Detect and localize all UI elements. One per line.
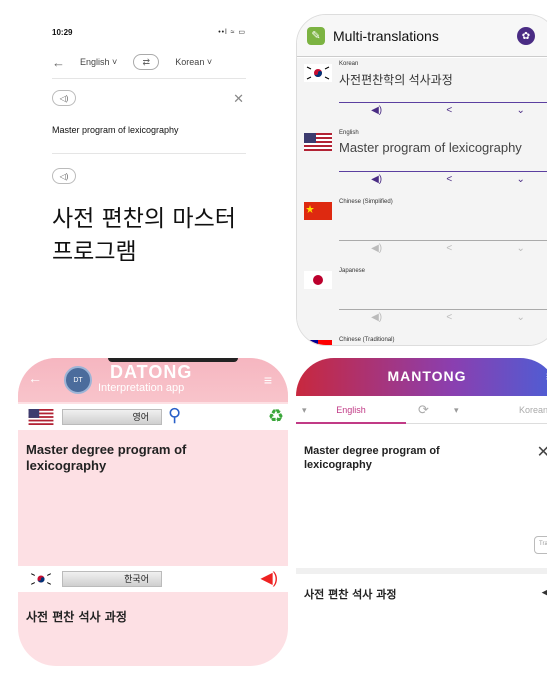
translation-result: 사전 편찬의 마스터 프로그램	[52, 206, 236, 265]
source-text[interactable]: Master degree program of lexicography	[26, 442, 266, 474]
app-logo-icon: ✎	[307, 26, 325, 45]
tab-target-language[interactable]: Korean	[519, 405, 547, 415]
language-label: English	[339, 130, 359, 136]
translation-list: Korean 사전편찬학의 석사과정 ◀) < ⌄ English Master…	[297, 58, 547, 345]
chevron-down-icon[interactable]: ⌄	[516, 312, 524, 326]
source-language-selector[interactable]: English ˅	[80, 57, 117, 67]
china-flag-icon	[304, 202, 332, 220]
list-item: Japanese ◀) < ⌄	[297, 265, 547, 334]
translation-result: 사전 편찬 석사 과정	[26, 610, 127, 624]
language-bar: ← English ˅ ⇄ Korean ˅	[52, 50, 246, 74]
language-label: Japanese	[339, 268, 366, 274]
chevron-down-icon[interactable]: ⌄	[516, 174, 524, 188]
translate-button[interactable]: Transla	[534, 536, 547, 554]
entry-toolbar: ◀) < ⌄	[339, 243, 547, 257]
source-language-row: 영어 ⚲ ♻	[18, 404, 288, 430]
divider	[339, 309, 547, 310]
source-language-selector[interactable]: 영어	[62, 409, 162, 425]
share-icon[interactable]: <	[446, 105, 452, 119]
ios-translate-screen: 10:29 ••l ≈ ▭ ← English ˅ ⇄ Korean ˅ ◁) …	[38, 18, 260, 318]
source-language-label: English	[80, 57, 110, 67]
speaker-icon[interactable]: ◀)	[371, 312, 382, 326]
korea-flag-icon	[28, 571, 54, 587]
speaker-icon[interactable]: ◀)	[371, 243, 382, 257]
target-language-selector[interactable]: Korean ˅	[175, 57, 212, 67]
translation-text: Master program of lexicography	[339, 140, 522, 155]
speaker-icon[interactable]: ◀)	[371, 174, 382, 188]
target-language-row: 한국어 ◀)	[18, 566, 288, 592]
source-text[interactable]: Master degree program of lexicography	[304, 444, 504, 472]
tab-source-language[interactable]: English	[296, 405, 406, 415]
swap-languages-icon[interactable]: ⇄	[133, 54, 160, 70]
list-item: English Master program of lexicography ◀…	[297, 127, 547, 196]
speaker-icon[interactable]: ◀)	[542, 584, 547, 600]
speaker-icon[interactable]: ◀)	[371, 105, 382, 119]
divider	[339, 102, 547, 103]
divider	[52, 153, 246, 154]
speaker-icon[interactable]: ◀)	[260, 568, 278, 588]
mantong-screen: MANTONG ≡ ▾ English ⟳ ▾ Korean Master de…	[296, 358, 547, 678]
back-arrow-icon[interactable]: ←	[28, 370, 42, 386]
multi-translations-screen: ✎ Multi-translations ✿ + Korean 사전편찬학의 석…	[296, 14, 547, 346]
app-header: MANTONG ≡	[296, 358, 547, 396]
korea-flag-icon	[304, 64, 332, 82]
share-icon[interactable]: <	[446, 174, 452, 188]
divider	[52, 78, 246, 79]
entry-toolbar: ◀) < ⌄	[339, 105, 547, 119]
us-flag-icon	[304, 133, 332, 151]
list-item: Chinese (Simplified) ◀) < ⌄	[297, 196, 547, 265]
divider	[339, 171, 547, 172]
translation-text: 사전편찬학의 석사과정	[339, 73, 453, 87]
app-title: MANTONG	[387, 368, 467, 384]
translation-result: 사전 편찬 석사 과정	[304, 588, 397, 601]
swap-icon[interactable]: ⟳	[418, 402, 429, 418]
search-icon[interactable]: ⚲	[168, 405, 181, 426]
app-header: ← DT DATONG Interpretation app ≡	[18, 358, 288, 402]
language-label: Korean	[339, 61, 359, 67]
share-icon[interactable]: <	[446, 312, 452, 326]
taiwan-flag-icon	[304, 340, 332, 345]
language-label: Chinese (Traditional)	[339, 337, 395, 343]
speaker-icon[interactable]: ◁)	[52, 168, 76, 184]
list-item: Chinese (Traditional)	[297, 334, 547, 345]
divider	[296, 568, 547, 574]
us-flag-icon	[28, 409, 54, 425]
target-language-selector[interactable]: 한국어	[62, 571, 162, 587]
app-title: DATONG	[110, 362, 193, 382]
share-icon[interactable]: <	[446, 243, 452, 257]
app-logo: DT	[64, 366, 92, 394]
status-icons: ••l ≈ ▭	[218, 29, 246, 36]
app-title: Multi-translations	[333, 27, 439, 44]
back-arrow-icon[interactable]: ←	[52, 55, 76, 70]
language-tabs: ▾ English ⟳ ▾ Korean	[296, 396, 547, 424]
globe-icon[interactable]: ✿	[517, 27, 535, 45]
chevron-down-icon[interactable]: ⌄	[516, 243, 524, 257]
app-header: ✎ Multi-translations ✿ +	[297, 15, 547, 57]
swap-icon[interactable]: ♻	[268, 406, 284, 427]
japan-flag-icon	[304, 271, 332, 289]
menu-icon[interactable]: ≡	[264, 372, 272, 388]
language-label: Chinese (Simplified)	[339, 199, 393, 205]
divider	[339, 240, 547, 241]
speaker-icon[interactable]: ◁)	[52, 90, 76, 106]
chevron-down-icon[interactable]: ▾	[454, 405, 459, 416]
list-item: Korean 사전편찬학의 석사과정 ◀) < ⌄	[297, 58, 547, 127]
close-icon[interactable]: ✕	[233, 91, 244, 107]
active-tab-indicator	[296, 422, 406, 424]
entry-toolbar: ◀) < ⌄	[339, 312, 547, 326]
divider	[406, 423, 547, 424]
close-icon[interactable]: ✕	[537, 442, 547, 462]
status-time: 10:29	[52, 28, 73, 37]
target-language-label: Korean	[175, 57, 205, 67]
chevron-down-icon[interactable]: ⌄	[516, 105, 524, 119]
app-subtitle: Interpretation app	[98, 382, 185, 394]
datong-screen: ← DT DATONG Interpretation app ≡ 영어 ⚲ ♻ …	[18, 358, 288, 666]
input-text[interactable]: Master program of lexicography	[52, 125, 179, 135]
entry-toolbar: ◀) < ⌄	[339, 174, 547, 188]
